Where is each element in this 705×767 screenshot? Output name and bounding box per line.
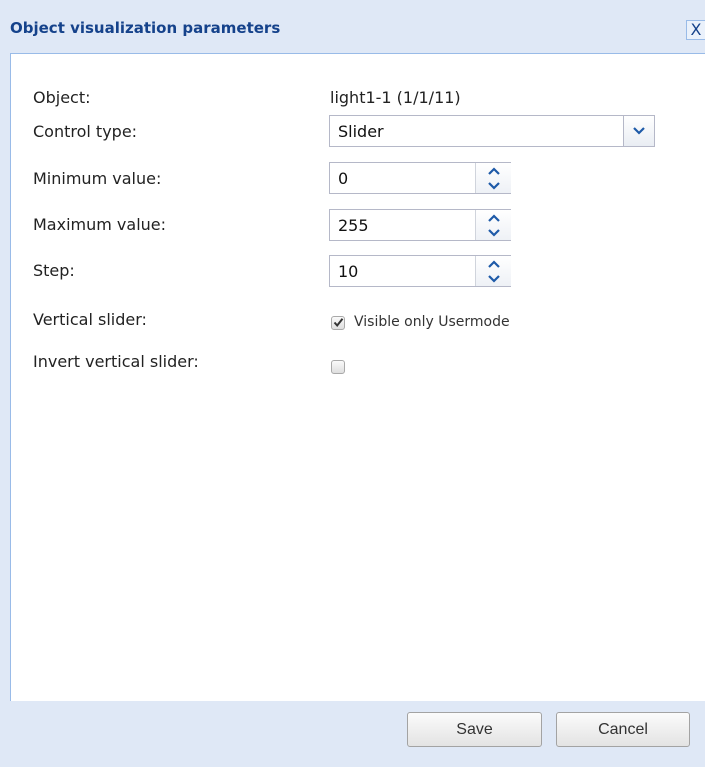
minimum-value-spinner xyxy=(329,162,511,194)
object-label: Object: xyxy=(33,88,91,107)
dialog-titlebar: Object visualization parameters X xyxy=(0,0,705,53)
save-button-label: Save xyxy=(456,720,493,738)
invert-vertical-slider-label: Invert vertical slider: xyxy=(33,352,199,371)
control-type-value: Slider xyxy=(338,122,384,141)
cancel-button-label: Cancel xyxy=(598,720,648,738)
dialog-body xyxy=(10,53,705,701)
chevron-down-icon xyxy=(487,228,500,237)
chevron-up-icon xyxy=(487,213,500,222)
maximum-value-input[interactable] xyxy=(330,210,475,240)
maximum-value-increment[interactable] xyxy=(476,210,511,225)
step-spinner xyxy=(329,255,511,287)
step-spin-buttons xyxy=(475,256,511,286)
chevron-up-icon xyxy=(487,259,500,268)
chevron-up-icon xyxy=(487,166,500,175)
minimum-value-increment[interactable] xyxy=(476,163,511,178)
minimum-value-label: Minimum value: xyxy=(33,169,162,188)
checkmark-icon xyxy=(333,318,344,328)
step-label: Step: xyxy=(33,261,75,280)
control-type-select[interactable]: Slider xyxy=(329,115,655,147)
vertical-slider-option-label: Visible only Usermode xyxy=(354,314,510,330)
cancel-button[interactable]: Cancel xyxy=(556,712,690,747)
step-increment[interactable] xyxy=(476,256,511,271)
maximum-value-decrement[interactable] xyxy=(476,225,511,240)
step-decrement[interactable] xyxy=(476,271,511,286)
dialog-title: Object visualization parameters xyxy=(10,19,281,37)
step-input[interactable] xyxy=(330,256,475,286)
maximum-value-spinner xyxy=(329,209,511,241)
close-button[interactable]: X xyxy=(686,20,705,40)
invert-vertical-slider-checkbox[interactable] xyxy=(331,360,345,374)
close-icon: X xyxy=(690,20,702,39)
maximum-value-label: Maximum value: xyxy=(33,215,167,234)
chevron-down-icon xyxy=(633,127,645,135)
object-value: light1-1 (1/1/11) xyxy=(330,88,461,107)
chevron-down-icon xyxy=(487,274,500,283)
control-type-label: Control type: xyxy=(33,122,138,141)
save-button[interactable]: Save xyxy=(407,712,542,747)
chevron-down-icon xyxy=(487,181,500,190)
minimum-value-spin-buttons xyxy=(475,163,511,193)
maximum-value-spin-buttons xyxy=(475,210,511,240)
vertical-slider-checkbox[interactable] xyxy=(331,316,345,330)
object-visualization-dialog: Object visualization parameters X Object… xyxy=(0,0,705,767)
vertical-slider-label: Vertical slider: xyxy=(33,310,147,329)
minimum-value-decrement[interactable] xyxy=(476,178,511,193)
dropdown-trigger[interactable] xyxy=(623,116,654,146)
minimum-value-input[interactable] xyxy=(330,163,475,193)
